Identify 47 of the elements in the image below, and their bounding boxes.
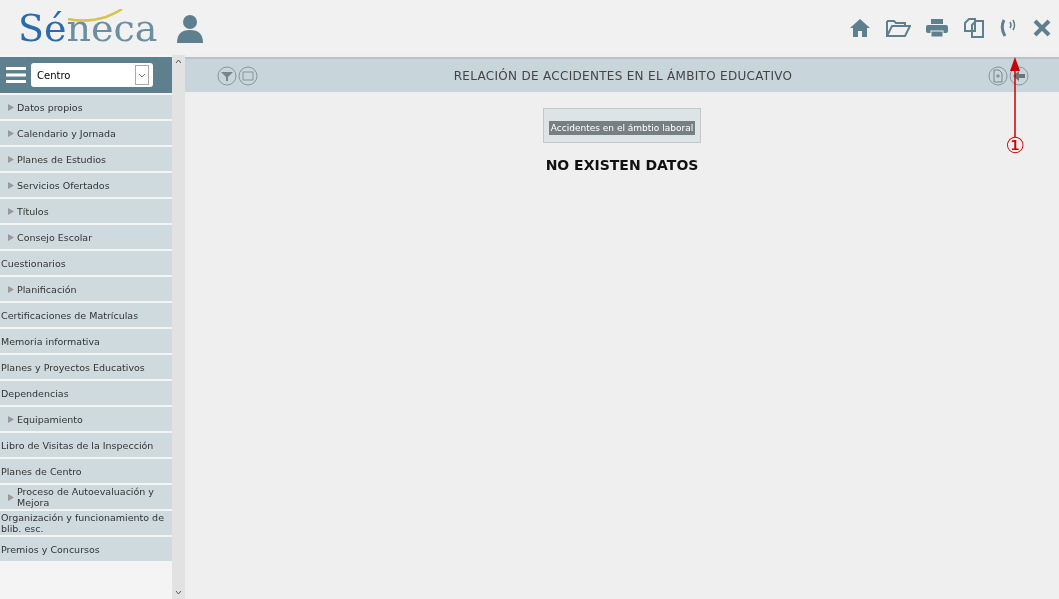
menu-icon[interactable] — [6, 66, 26, 84]
sidebar-item[interactable]: Organización y funcionamiento de blib. esc. — [0, 511, 172, 535]
sidebar-item[interactable]: Títulos — [0, 199, 172, 223]
expand-icon — [8, 415, 14, 423]
caret-icon — [138, 72, 146, 78]
sidebar-item[interactable]: Certificaciones de Matrículas — [0, 303, 172, 327]
sidebar-item[interactable]: Dependencias — [0, 381, 172, 405]
new-document-icon[interactable] — [988, 65, 1008, 86]
logo: Séneca — [18, 8, 158, 47]
scroll-down-icon[interactable] — [175, 590, 182, 595]
close-icon[interactable] — [1033, 18, 1051, 37]
scrollbar[interactable] — [172, 55, 185, 599]
copy-icon[interactable] — [963, 16, 985, 39]
page-title: RELACIÓN DE ACCIDENTES EN EL ÁMBITO EDUCATIVO — [452, 68, 794, 83]
sidebar-item[interactable]: Memoria informativa — [0, 329, 172, 353]
user-icon[interactable] — [175, 12, 206, 43]
accidents-tab[interactable]: Accidentes en el ámbtio laboral — [548, 121, 696, 135]
expand-icon — [8, 155, 14, 163]
sidebar-item[interactable]: Premios y Concursos — [0, 537, 172, 561]
expand-icon — [8, 129, 14, 137]
sidebar-item[interactable]: Planificación — [0, 277, 172, 301]
sidebar-item[interactable]: Cuestionarios — [0, 251, 172, 275]
filter-icon[interactable] — [217, 65, 237, 86]
empty-message: NO EXISTEN DATOS — [545, 157, 699, 173]
sidebar-item[interactable]: Planes de Centro — [0, 459, 172, 483]
sidebar-item[interactable]: Proceso de Autoevaluación y Mejora — [0, 485, 172, 509]
centro-dropdown[interactable]: Centro — [31, 63, 153, 87]
annotation-number: ① — [1005, 135, 1025, 157]
sidebar-item[interactable]: Equipamiento — [0, 407, 172, 431]
sidebar-item[interactable]: Libro de Visitas de la Inspección — [0, 433, 172, 457]
expand-icon — [8, 285, 14, 293]
home-icon[interactable] — [849, 17, 871, 38]
sidebar-item[interactable]: Calendario y Jornada — [0, 121, 172, 145]
expand-icon — [8, 103, 14, 111]
scroll-up-icon[interactable] — [175, 59, 182, 64]
sidebar-item[interactable]: Servicios Ofertados — [0, 173, 172, 197]
expand-icon — [8, 233, 14, 241]
expand-icon — [8, 207, 14, 215]
sidebar-item[interactable]: Planes y Proyectos Educativos — [0, 355, 172, 379]
sidebar-item[interactable]: Consejo Escolar — [0, 225, 172, 249]
print-icon[interactable] — [925, 17, 949, 38]
expand-icon — [8, 181, 14, 189]
back-icon[interactable] — [1009, 65, 1029, 86]
sidebar-item[interactable]: Planes de Estudios — [0, 147, 172, 171]
expand-icon — [8, 493, 14, 501]
folder-icon[interactable] — [885, 17, 911, 38]
sidebar-item[interactable]: Datos propios — [0, 95, 172, 119]
